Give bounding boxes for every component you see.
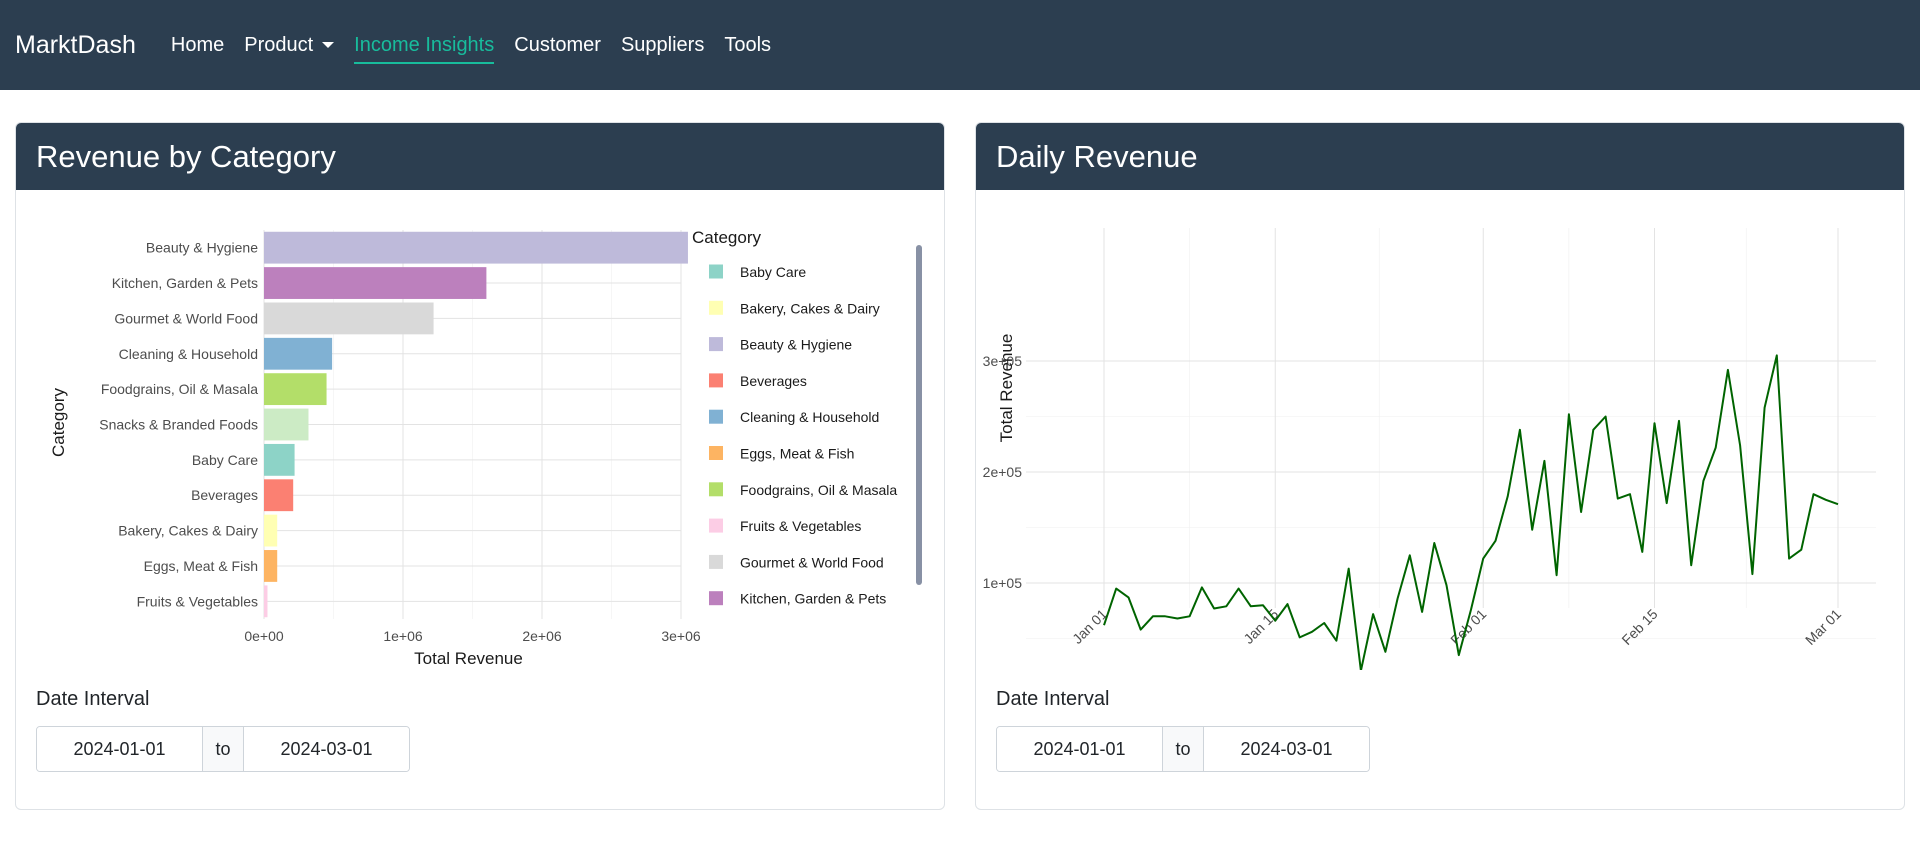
x-tick-label: 2e+06 (522, 628, 562, 644)
y-tick-label: Baby Care (192, 452, 258, 468)
daily-revenue-card: Daily Revenue 1e+05 2e+05 3e+05 Jan 01 Jan 1… (975, 122, 1905, 810)
legend-swatch (709, 482, 723, 497)
x-tick-label: 3e+06 (661, 628, 701, 644)
bar (264, 302, 434, 335)
y-tick-label: Snacks & Branded Foods (99, 417, 258, 433)
x-tick-label: Jan 01 (1069, 606, 1110, 647)
x-tick-label: Feb 15 (1618, 606, 1660, 648)
x-tick-label: 1e+06 (383, 628, 423, 644)
date-from-input[interactable]: 2024-01-01 (997, 727, 1162, 771)
y-tick-label: Beverages (191, 487, 258, 503)
date-range-input: 2024-01-01 to 2024-03-01 (36, 726, 410, 772)
legend-swatch (709, 373, 723, 388)
bar (264, 267, 487, 299)
revenue-by-category-card: Revenue by Category Beauty & Hygiene Kitc… (15, 122, 945, 810)
nav-tools[interactable]: Tools (724, 26, 771, 64)
legend-swatch (709, 337, 723, 352)
brand-logo[interactable]: MarktDash (15, 31, 136, 60)
legend-swatch (709, 300, 723, 315)
legend-swatch (709, 264, 723, 279)
date-separator: to (1162, 727, 1204, 771)
date-interval-label: Date Interval (36, 688, 150, 710)
date-interval-label: Date Interval (996, 688, 1110, 710)
legend-label: Bakery, Cakes & Dairy (740, 300, 880, 316)
legend-title: Category (692, 228, 761, 247)
y-tick-label: Kitchen, Garden & Pets (112, 275, 258, 291)
nav-home[interactable]: Home (171, 26, 224, 64)
revenue-by-category-chart: Beauty & Hygiene Kitchen, Garden & Pets Go… (49, 228, 922, 668)
legend-label: Gourmet & World Food (740, 554, 884, 570)
x-axis-label: Total Revenue (414, 649, 523, 668)
nav-product-label: Product (244, 33, 314, 56)
y-tick-label: Cleaning & Household (119, 346, 258, 362)
bar (264, 514, 278, 547)
date-to-input[interactable]: 2024-03-01 (1204, 727, 1369, 771)
bar (264, 443, 295, 476)
y-tick-label: Gourmet & World Food (114, 310, 258, 326)
nav-customer[interactable]: Customer (514, 26, 601, 64)
legend-label: Cleaning & Household (740, 409, 879, 425)
legend-swatch (709, 554, 723, 569)
bar (264, 479, 294, 512)
bar (264, 373, 327, 406)
legend-scrollbar (916, 245, 922, 585)
y-tick-label: 1e+05 (983, 575, 1023, 591)
top-navbar: MarktDash Home Product Income Insights C… (0, 0, 1920, 90)
daily-revenue-chart: 1e+052e+053e+05Jan 01 Jan 15 Feb 01 Feb 15 M… (983, 228, 1876, 670)
y-axis-label: Category (49, 388, 68, 457)
caret-down-icon (322, 42, 335, 48)
legend-label: Eggs, Meat & Fish (740, 446, 854, 462)
y-axis-label: Total Revenue (997, 334, 1016, 443)
y-tick-label: 2e+05 (983, 464, 1023, 480)
nav-income-insights[interactable]: Income Insights (354, 26, 495, 64)
x-tick-label: 0e+00 (244, 628, 284, 644)
y-tick-label: Eggs, Meat & Fish (144, 558, 258, 574)
legend-swatch (709, 409, 723, 424)
nav-suppliers[interactable]: Suppliers (621, 26, 704, 64)
y-tick-label: Bakery, Cakes & Dairy (118, 523, 258, 539)
card-title: Daily Revenue (976, 123, 1904, 190)
legend-label: Fruits & Vegetables (740, 518, 861, 534)
y-tick-label: Foodgrains, Oil & Masala (101, 381, 258, 397)
legend-label: Kitchen, Garden & Pets (740, 591, 886, 607)
legend-swatch (709, 446, 723, 460)
bar (264, 231, 688, 264)
date-separator: to (202, 727, 244, 771)
legend-label: Beauty & Hygiene (740, 337, 852, 353)
nav-product-dropdown[interactable]: Product (244, 26, 335, 64)
y-tick-label: Beauty & Hygiene (146, 240, 258, 256)
bar (264, 550, 278, 582)
date-range-input: 2024-01-01 to 2024-03-01 (996, 726, 1370, 772)
date-from-input[interactable]: 2024-01-01 (37, 727, 202, 771)
bar (264, 408, 309, 441)
legend-label: Baby Care (740, 264, 806, 280)
legend-label: Foodgrains, Oil & Masala (740, 482, 897, 498)
legend-label: Beverages (740, 373, 807, 389)
legend-swatch (709, 518, 723, 533)
card-title: Revenue by Category (16, 123, 944, 190)
x-tick-label: Jan 15 (1240, 606, 1281, 647)
bar (264, 337, 333, 370)
date-to-input[interactable]: 2024-03-01 (244, 727, 409, 771)
y-tick-label: Fruits & Vegetables (137, 593, 258, 609)
x-tick-label: Mar 01 (1802, 606, 1844, 648)
legend-swatch (709, 591, 723, 606)
bar (264, 585, 268, 618)
